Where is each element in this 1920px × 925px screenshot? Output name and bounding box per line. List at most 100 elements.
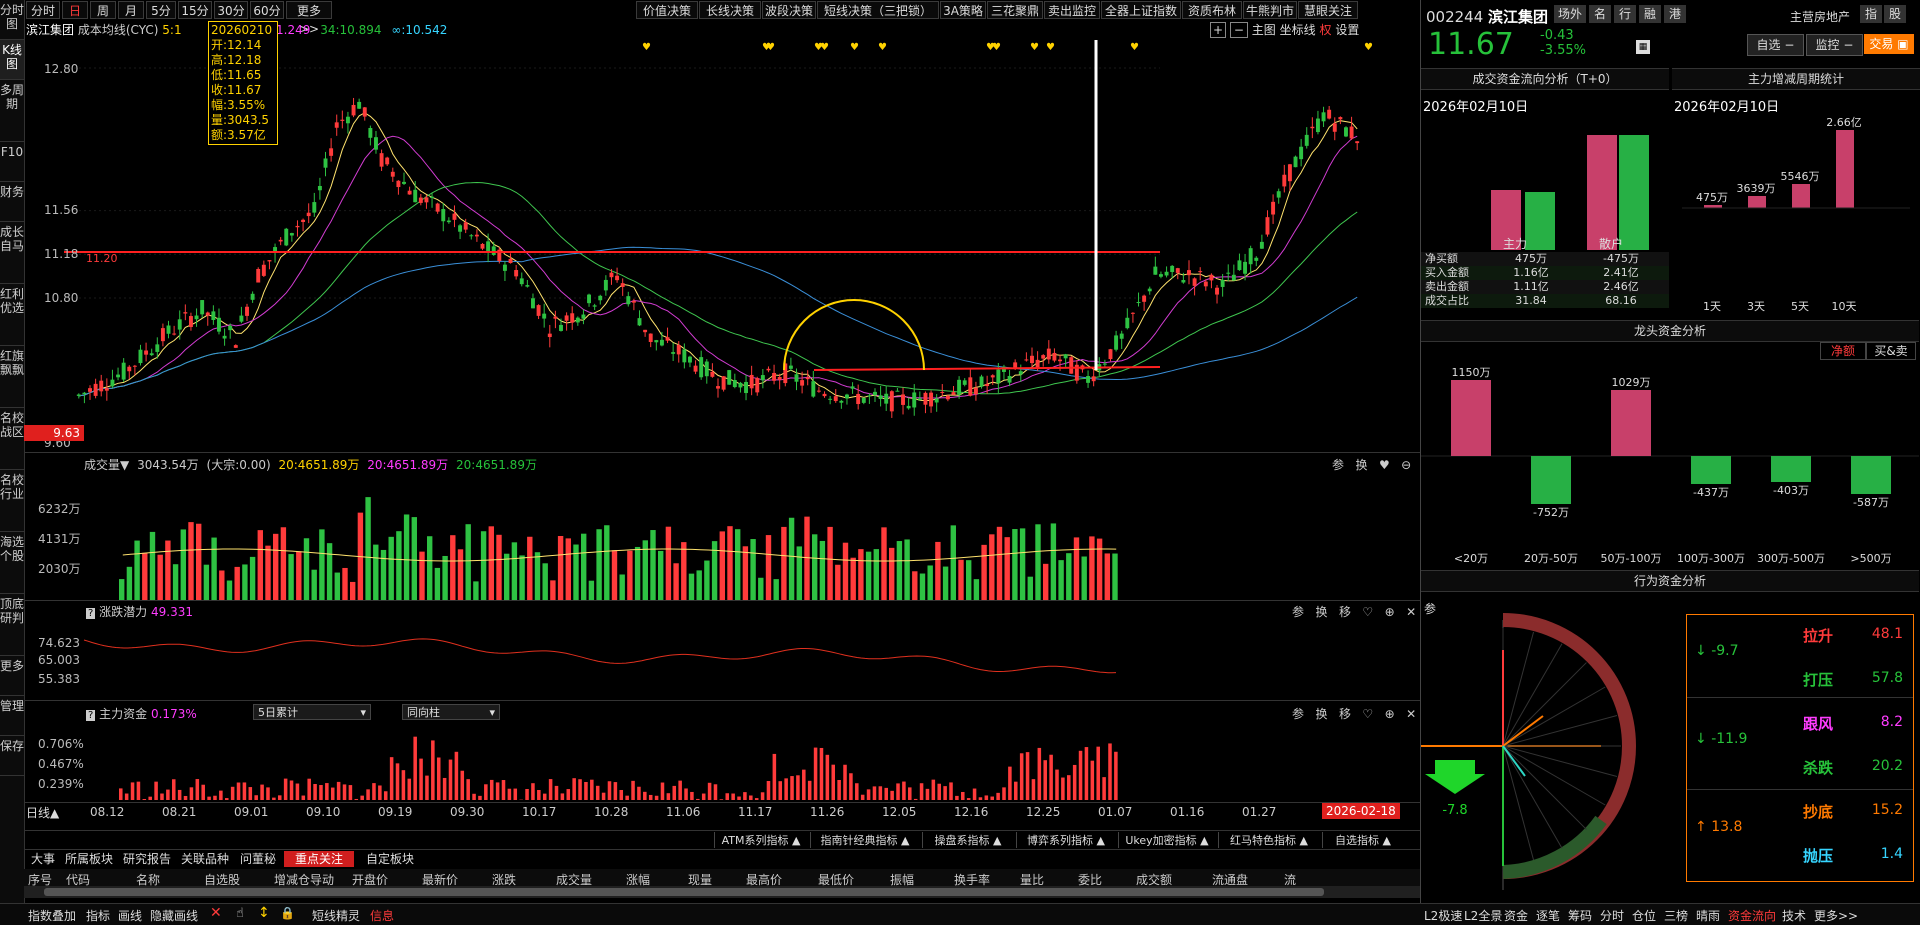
hand-icon[interactable]: ☝ [236,906,244,921]
event-marker[interactable]: ♥ [1046,42,1055,53]
bottom-tab-6[interactable]: 自定板块 [358,851,422,867]
table-header-19[interactable]: 流 [1284,871,1324,887]
table-header-8[interactable]: 成交量 [556,871,626,887]
period-tab-2[interactable]: 周 [90,1,116,19]
table-header-0[interactable]: 序号 [28,871,66,887]
main-chart-button[interactable]: 主图 [1252,23,1276,37]
status-draw[interactable]: 画线 [118,907,142,924]
event-marker[interactable]: ♥ [820,42,829,53]
zoom-icon[interactable]: ⊕ [1385,605,1395,619]
strategy-tab-4[interactable]: 3A策略 [940,1,986,19]
event-marker[interactable]: ♥ [878,42,887,53]
calendar-icon[interactable]: ▦ [1636,40,1650,54]
right-bottom-tab-10[interactable]: 技术 [1782,907,1812,924]
table-header-13[interactable]: 振幅 [890,871,954,887]
sidebar-item-4[interactable]: 财务 [0,182,24,222]
delete-icon[interactable]: ✕ [210,905,222,921]
table-header-3[interactable]: 自选股 [204,871,274,887]
table-header-6[interactable]: 最新价 [422,871,492,887]
strategy-tab-8[interactable]: 资质布林 [1182,1,1242,19]
strategy-tab-7[interactable]: 全器上证指数 [1101,1,1181,19]
table-header-5[interactable]: 开盘价 [352,871,422,887]
event-marker[interactable]: ♥ [1364,42,1373,53]
table-header-17[interactable]: 成交额 [1136,871,1212,887]
right-bottom-tab-8[interactable]: 晴雨 [1696,907,1726,924]
stock-flag-3[interactable]: 融 [1639,5,1661,23]
table-header-16[interactable]: 委比 [1078,871,1136,887]
right-bottom-tab-9[interactable]: 资金流向 [1728,907,1780,924]
trade-button[interactable]: 交易 ▣ [1864,34,1914,54]
right-bottom-tab-2[interactable]: 资金 [1504,907,1534,924]
close-icon[interactable]: ✕ [1406,605,1416,619]
table-header-1[interactable]: 代码 [66,871,136,887]
right-bottom-tab-7[interactable]: 三榜 [1664,907,1694,924]
monitor-button[interactable]: 监控 − [1806,34,1863,56]
sidebar-item-2[interactable]: 多周期 [0,80,24,142]
period-tab-4[interactable]: 5分 [146,1,176,19]
strategy-tab-10[interactable]: 慧眼关注 [1298,1,1358,19]
zoom-out-icon[interactable]: − [1230,22,1248,38]
period-tab-8[interactable]: 更多>> [286,1,332,19]
heart-icon[interactable]: ♡ [1362,707,1373,721]
switch-button[interactable]: 换 [1315,707,1327,721]
move-button[interactable]: 移 [1339,707,1351,721]
indicator-tab-2[interactable]: 操盘系指标 ▲ [922,832,1013,848]
sidebar-item-5[interactable]: 成长自马 [0,222,24,284]
param-button[interactable]: 参 [1292,707,1304,721]
main-fund-chart[interactable] [24,720,1420,802]
leader-tab-buysell[interactable]: 买&卖 [1866,342,1916,360]
right-bottom-tab-3[interactable]: 逐笔 [1536,907,1566,924]
right-bottom-tab-5[interactable]: 分时 [1600,907,1630,924]
event-marker[interactable]: ♥ [1030,42,1039,53]
strategy-tab-5[interactable]: 三花聚鼎 [987,1,1043,19]
sidebar-item-1[interactable]: K线图 [0,40,24,80]
period-tab-3[interactable]: 月 [118,1,144,19]
table-header-2[interactable]: 名称 [136,871,204,887]
lock-icon[interactable]: 🔒 [280,906,295,920]
sector-btn-0[interactable]: 指 [1860,5,1882,23]
table-header-4[interactable]: 增减仓导动 [274,871,352,887]
short-spirit-button[interactable]: 短线精灵 [312,907,360,924]
bottom-tab-4[interactable]: 问董秘 [236,851,280,867]
scrollbar-thumb[interactable] [44,888,1324,896]
event-marker[interactable]: ♥ [642,42,651,53]
settings-button[interactable]: 设置 [1335,23,1359,37]
table-header-12[interactable]: 最低价 [818,871,890,887]
move-button[interactable]: 移 [1339,605,1351,619]
sidebar-item-7[interactable]: 红旗飘飘 [0,346,24,408]
sidebar-item-6[interactable]: 红利优选 [0,284,24,346]
strategy-tab-3[interactable]: 短线决策（三把锁） [817,1,939,19]
table-header-9[interactable]: 涨幅 [626,871,688,887]
stock-flag-2[interactable]: 行 [1614,5,1636,23]
param-button[interactable]: 参 [1292,605,1304,619]
bottom-tab-2[interactable]: 研究报告 [120,851,174,867]
stock-flag-1[interactable]: 名 [1589,5,1611,23]
table-header-7[interactable]: 涨跌 [492,871,556,887]
horizontal-scrollbar[interactable] [24,886,1420,898]
table-header-14[interactable]: 换手率 [954,871,1020,887]
table-header-18[interactable]: 流通盘 [1212,871,1284,887]
sidebar-item-10[interactable]: 海选个股 [0,532,24,594]
sidebar-item-0[interactable]: 分时图 [0,0,24,40]
period-tab-7[interactable]: 60分 [250,1,284,19]
indicator-tab-0[interactable]: ATM系列指标 ▲ [714,832,807,848]
bar-mode-select[interactable]: 同向柱▾ [402,704,500,720]
right-bottom-tab-0[interactable]: L2极速 [1424,907,1462,924]
strategy-tab-9[interactable]: 牛熊判市 [1243,1,1297,19]
stock-flag-0[interactable]: 场外 [1554,5,1586,23]
period-tab-1[interactable]: 日 [62,1,88,19]
accumulation-select[interactable]: 5日累计▾ [253,704,371,720]
indicator-tab-1[interactable]: 指南针经典指标 ▲ [810,832,919,848]
zoom-in-icon[interactable]: + [1210,22,1226,38]
status-hide-draw[interactable]: 隐藏画线 [150,907,198,924]
leader-tab-net[interactable]: 净额 [1820,342,1866,360]
indicator-tab-5[interactable]: 红马特色指标 ▲ [1218,832,1319,848]
period-tab-6[interactable]: 30分 [214,1,248,19]
table-header-15[interactable]: 量比 [1020,871,1078,887]
bottom-tab-0[interactable]: 大事 [28,851,58,867]
strategy-tab-1[interactable]: 长线决策 [699,1,761,19]
sidebar-item-13[interactable]: 管理 [0,696,24,736]
sidebar-item-3[interactable]: F10 [0,142,24,182]
strategy-tab-0[interactable]: 价值决策 [636,1,698,19]
potential-chart[interactable] [24,618,1420,700]
